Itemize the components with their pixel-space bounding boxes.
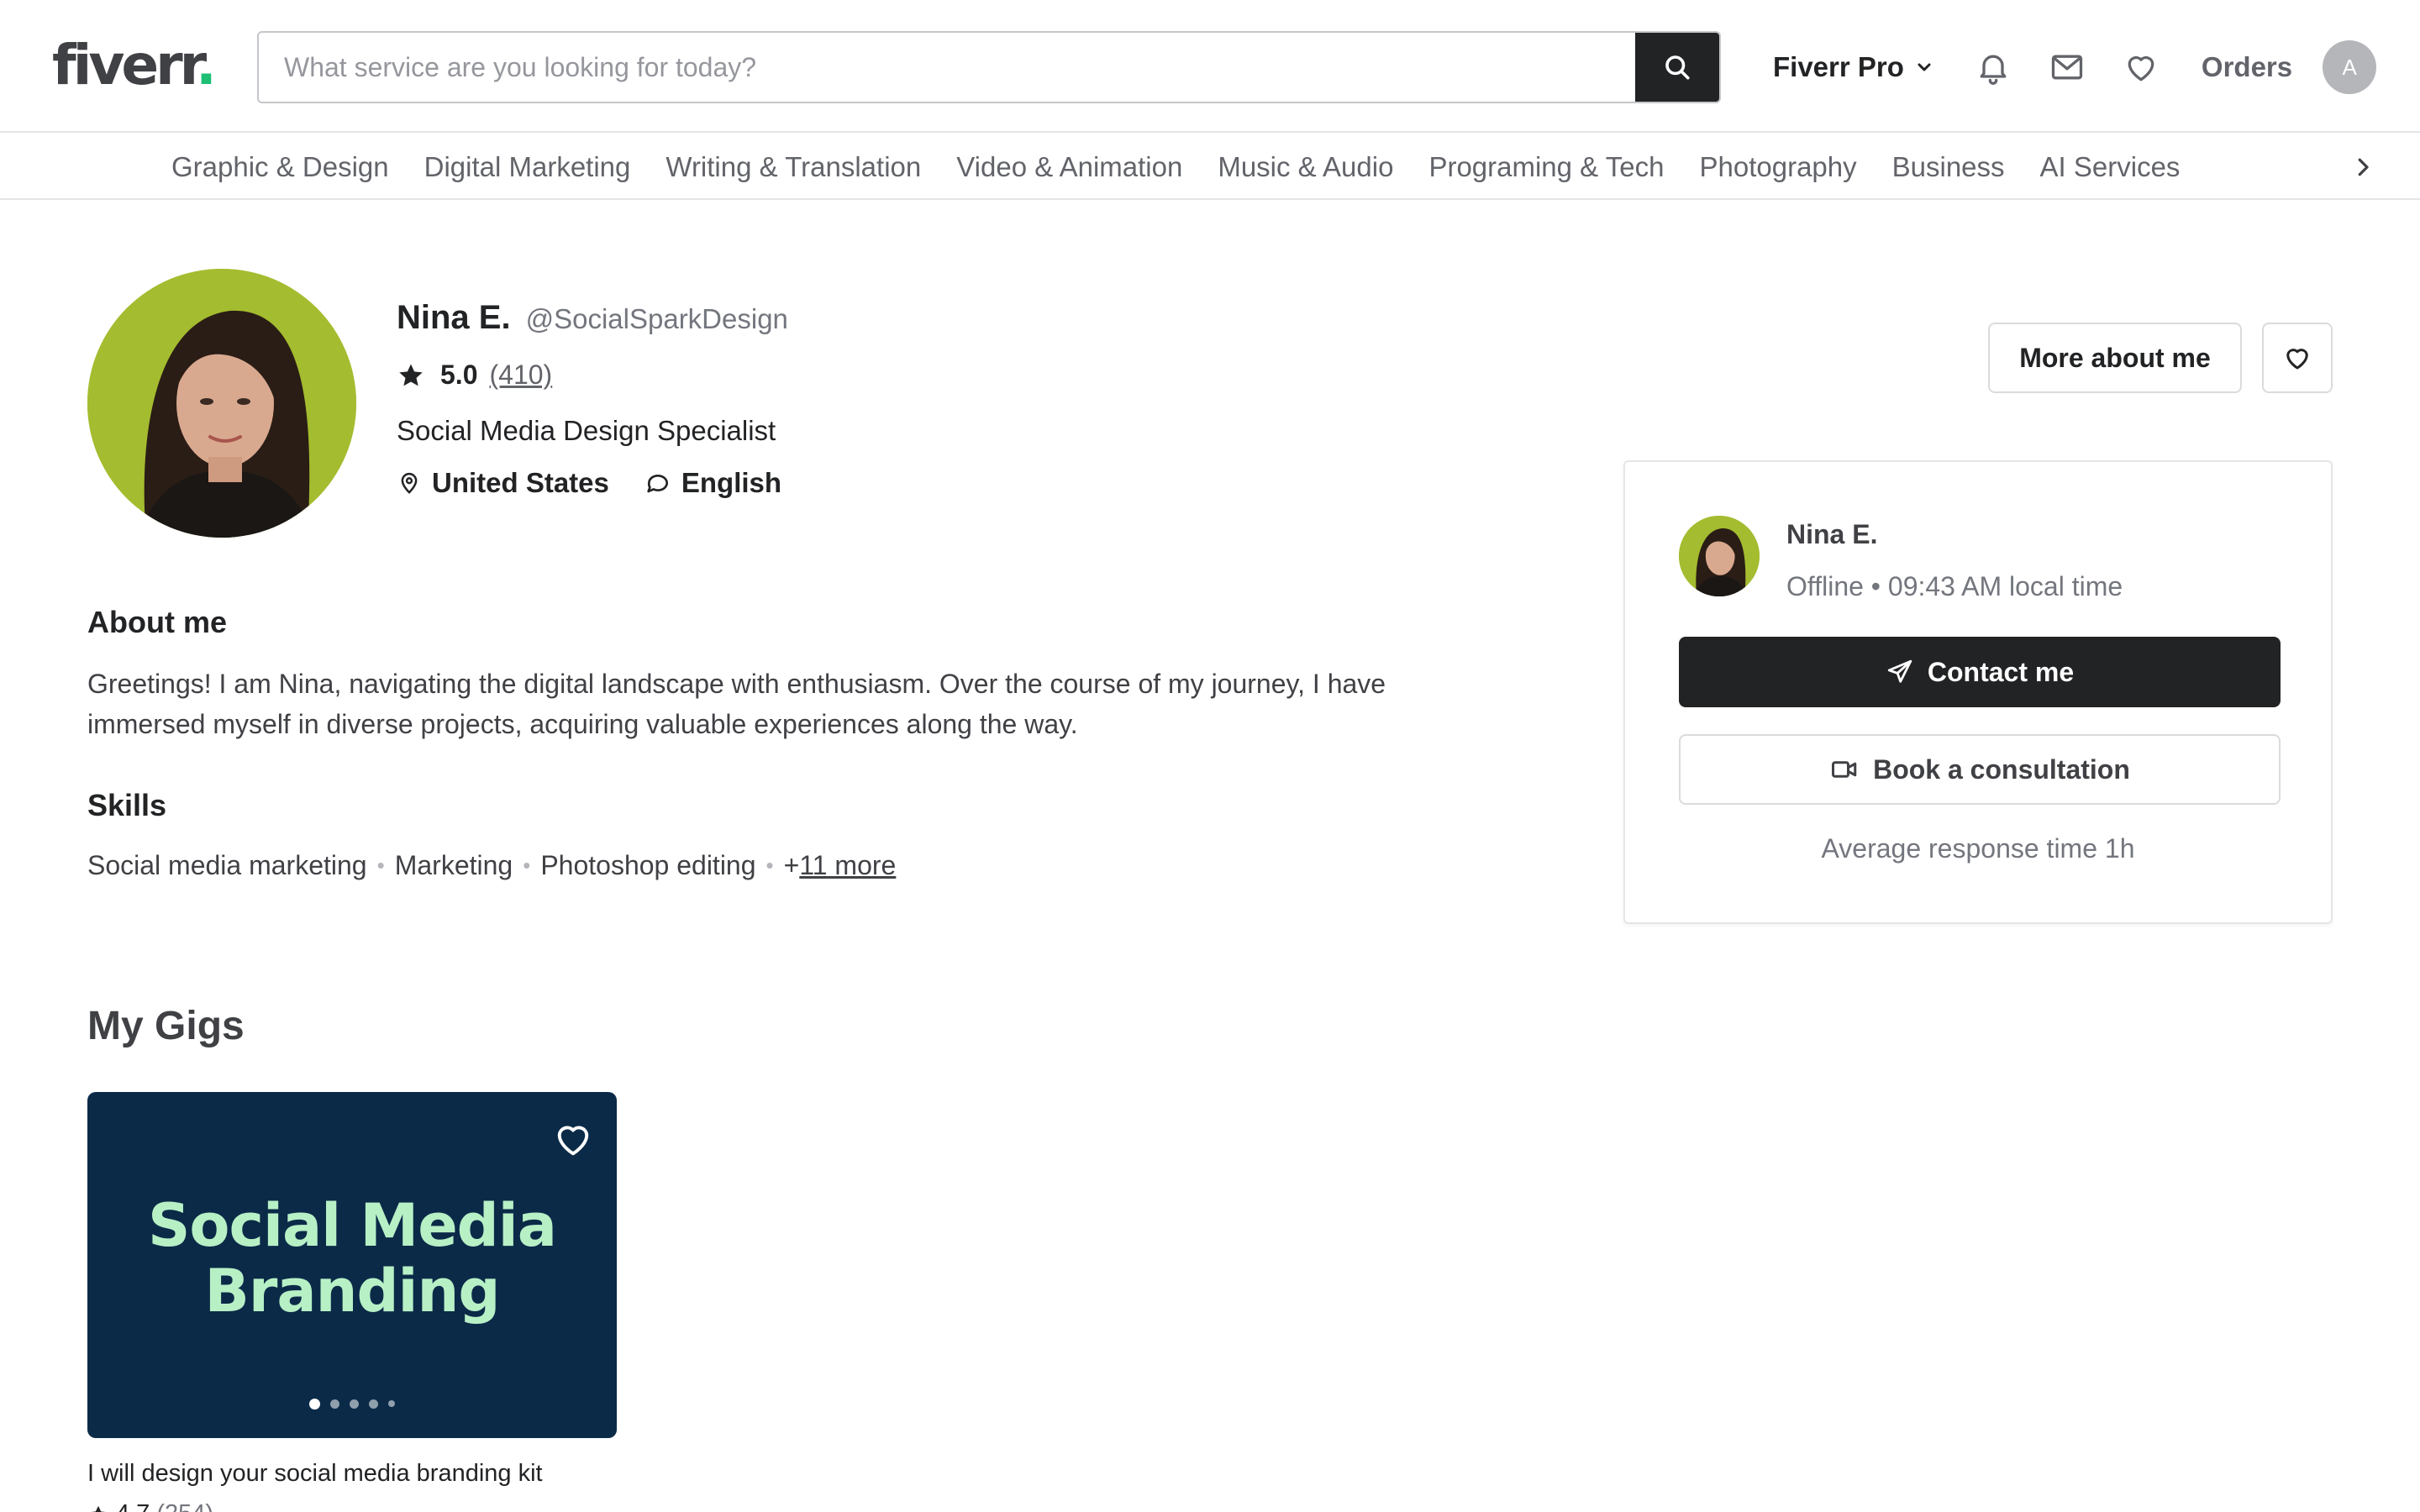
mail-icon	[2051, 55, 2083, 80]
orders-link[interactable]: Orders	[2202, 51, 2292, 83]
profile-rating: 5.0 (410)	[397, 360, 552, 391]
contact-me-label: Contact me	[1927, 656, 2075, 687]
about-text: Greetings! I am Nina, navigating the dig…	[87, 669, 1386, 739]
gig-rating-value: 4.7	[116, 1500, 150, 1512]
category-list: Graphic & Design Digital Marketing Writi…	[171, 134, 2180, 200]
skill-separator: •	[765, 853, 774, 878]
carousel-dot[interactable]	[388, 1400, 395, 1407]
speech-bubble-icon	[647, 474, 668, 493]
profile-portrait	[87, 269, 356, 538]
heart-icon	[557, 1126, 589, 1156]
heart-icon	[2128, 55, 2154, 81]
profile-name: Nina E.	[397, 299, 511, 336]
profile-country: United States	[432, 467, 609, 498]
profile-tagline: Social Media Design Specialist	[397, 415, 776, 446]
category-music-audio[interactable]: Music & Audio	[1218, 151, 1393, 183]
carousel-dot[interactable]	[309, 1399, 320, 1410]
search-bar	[257, 31, 1721, 103]
profile-meta: United States English	[397, 467, 781, 499]
skill-item: Marketing	[394, 850, 513, 880]
fiverr-pro-dropdown[interactable]: Fiverr Pro	[1773, 51, 1934, 83]
fiverr-pro-label: Fiverr Pro	[1773, 51, 1904, 82]
contact-card: Nina E. Offline • 09:43 AM local time Co…	[1623, 460, 2333, 924]
gig-title-link[interactable]: I will design your social media branding…	[87, 1460, 543, 1488]
gig-card-image[interactable]: Social Media Branding	[87, 1092, 617, 1438]
carousel-dot[interactable]	[350, 1399, 359, 1409]
seller-name: Nina E.	[1786, 519, 1878, 549]
skills-title: Skills	[87, 788, 167, 822]
skills-more-label: 11 more	[799, 850, 897, 880]
book-consultation-button[interactable]: Book a consultation	[1679, 734, 2281, 805]
carousel-dot[interactable]	[330, 1399, 339, 1409]
category-photography[interactable]: Photography	[1699, 151, 1856, 183]
category-video-animation[interactable]: Video & Animation	[956, 151, 1182, 183]
fiverr-logo[interactable]: fiverr.	[52, 32, 217, 99]
gig-save-button[interactable]	[548, 1114, 598, 1164]
gig-image-line: Branding	[204, 1257, 501, 1326]
gig-image-line: Social Media	[147, 1191, 557, 1260]
average-response-time: Average response time 1h	[1821, 833, 2135, 864]
category-programming-tech[interactable]: Programing & Tech	[1428, 151, 1664, 183]
category-graphic-design[interactable]: Graphic & Design	[171, 151, 389, 183]
seller-avatar-portrait	[1679, 516, 1760, 596]
seller-avatar	[1679, 516, 1760, 596]
messages-button[interactable]	[2047, 47, 2087, 87]
star-icon	[89, 1505, 108, 1512]
top-header: fiverr. Fiverr Pro Orders A	[0, 0, 2420, 133]
logo-text: fiverr	[52, 33, 199, 97]
skills-more-link[interactable]: +11 more	[784, 850, 897, 881]
gig-image-text: Social Media Branding	[87, 1193, 617, 1324]
heart-icon	[2286, 349, 2308, 370]
star-icon	[399, 364, 423, 386]
gig-review-count: (254)	[156, 1500, 213, 1512]
header-nav: Fiverr Pro Orders A	[1773, 31, 2377, 103]
lists-button[interactable]	[2121, 47, 2161, 87]
notifications-button[interactable]	[1973, 47, 2013, 87]
profile-handle: @SocialSparkDesign	[525, 303, 788, 334]
category-business[interactable]: Business	[1892, 151, 2005, 183]
skill-item: Social media marketing	[87, 850, 367, 880]
bell-icon	[1980, 55, 2007, 85]
book-consultation-label: Book a consultation	[1873, 753, 2130, 785]
search-input[interactable]	[259, 33, 1635, 102]
contact-me-button[interactable]: Contact me	[1679, 637, 2281, 707]
profile-name-row: Nina E. @SocialSparkDesign	[397, 299, 788, 337]
search-icon	[1665, 55, 1690, 80]
location-pin-icon	[401, 472, 418, 494]
send-icon	[1887, 659, 1912, 683]
logo-dot: .	[195, 33, 217, 97]
search-button[interactable]	[1635, 33, 1719, 102]
review-count-link[interactable]: (410)	[489, 360, 552, 391]
carousel-dot[interactable]	[369, 1399, 378, 1409]
user-avatar[interactable]: A	[2323, 40, 2377, 94]
more-about-me-button[interactable]: More about me	[1988, 323, 2242, 393]
video-camera-icon	[1832, 761, 1857, 778]
gig-carousel-dots	[87, 1399, 617, 1410]
chevron-right-icon	[2358, 158, 2369, 176]
category-ai-services[interactable]: AI Services	[2040, 151, 2181, 183]
category-digital-marketing[interactable]: Digital Marketing	[424, 151, 631, 183]
category-nav: Graphic & Design Digital Marketing Writi…	[0, 134, 2420, 200]
my-gigs-title: My Gigs	[87, 1004, 245, 1048]
profile-language: English	[681, 467, 782, 498]
profile-photo	[87, 269, 356, 538]
profile-page: fiverr. Fiverr Pro Orders A	[0, 0, 2420, 1512]
save-seller-button[interactable]	[2262, 323, 2333, 393]
seller-status: Offline • 09:43 AM local time	[1786, 571, 2123, 601]
gig-rating: 4.7 (254)	[87, 1500, 213, 1512]
skills-list: Social media marketing • Marketing • Pho…	[87, 850, 896, 881]
skill-separator: •	[376, 853, 385, 878]
skill-item: Photoshop editing	[540, 850, 756, 880]
rating-value: 5.0	[440, 360, 478, 390]
about-title: About me	[87, 605, 227, 639]
skill-separator: •	[523, 853, 531, 878]
category-writing-translation[interactable]: Writing & Translation	[666, 151, 921, 183]
category-scroll-right[interactable]	[2344, 149, 2381, 186]
skills-more-prefix: +	[783, 850, 800, 880]
chevron-down-icon	[1918, 63, 1931, 71]
